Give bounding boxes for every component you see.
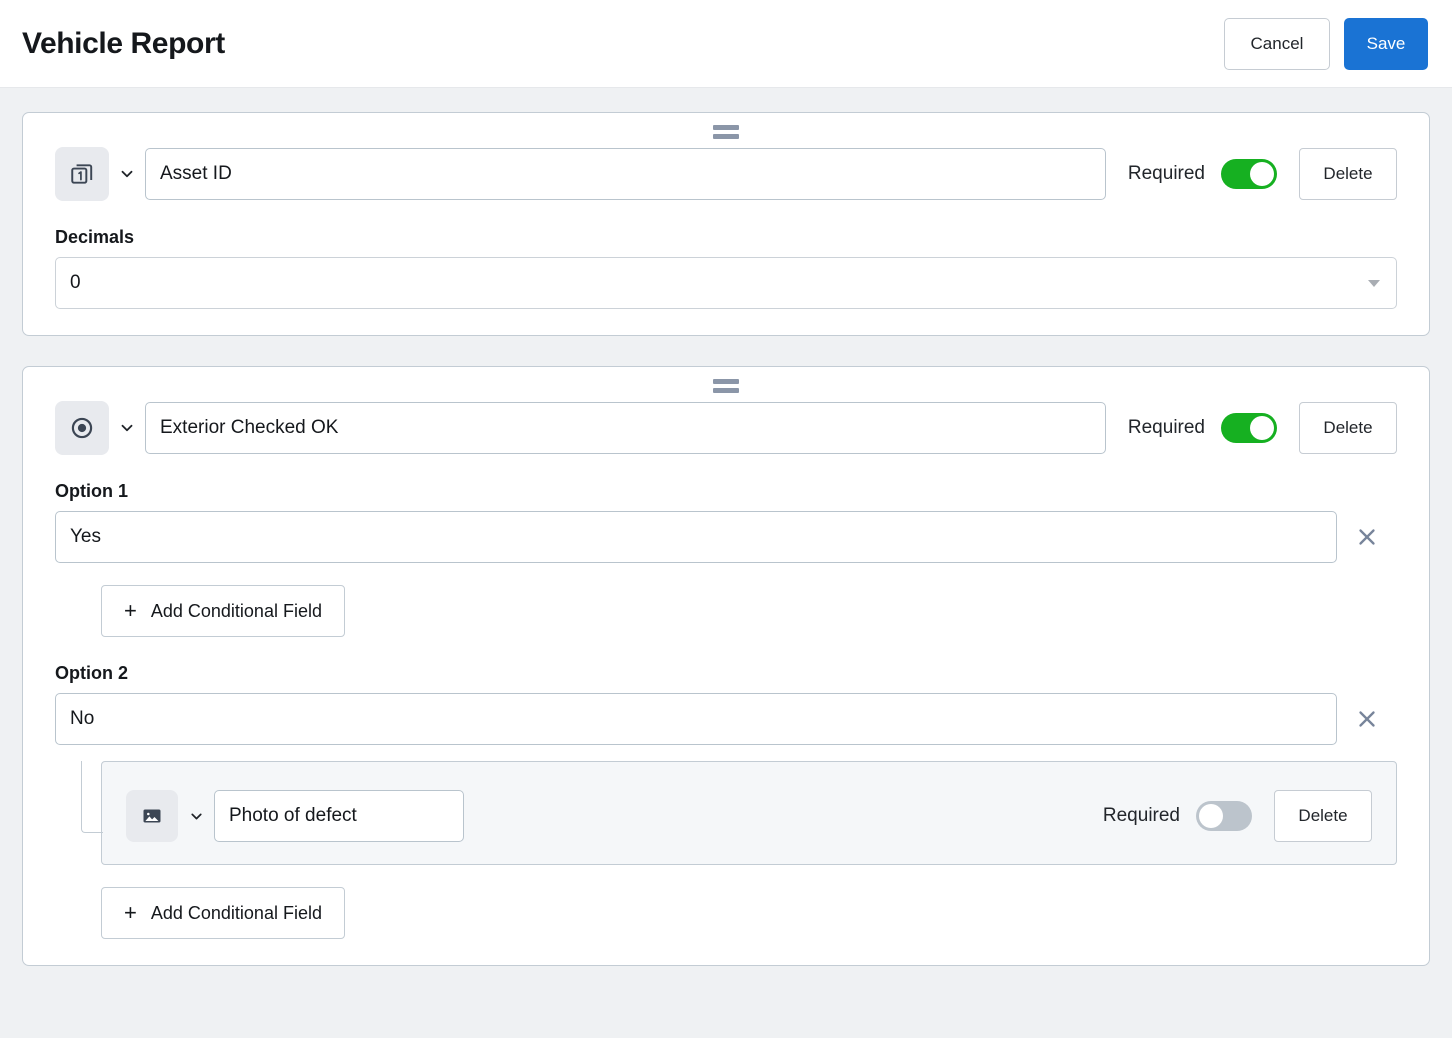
add-conditional-field-label: Add Conditional Field xyxy=(151,903,322,924)
conditional-field-card-photo-of-defect: Required Delete xyxy=(101,761,1397,865)
chevron-down-icon[interactable] xyxy=(109,419,145,437)
decimals-label: Decimals xyxy=(55,227,1397,248)
drag-handle-icon[interactable] xyxy=(55,367,1397,395)
field-card-exterior-checked-ok: Required Delete Option 1 + Add Condition… xyxy=(22,366,1430,966)
field-card-asset-id: Required Delete Decimals 0 xyxy=(22,112,1430,336)
field-header-row: Required Delete xyxy=(55,147,1397,201)
drag-handle-bars xyxy=(713,125,739,139)
select-arrow-icon xyxy=(1368,280,1380,287)
image-field-icon[interactable] xyxy=(126,790,178,842)
close-icon[interactable] xyxy=(1337,511,1397,563)
cancel-button[interactable]: Cancel xyxy=(1224,18,1330,70)
option-label: Option 2 xyxy=(55,663,1397,684)
required-control: Required xyxy=(1128,413,1277,443)
form-builder-body: Required Delete Decimals 0 xyxy=(0,88,1452,1038)
delete-field-button[interactable]: Delete xyxy=(1299,148,1397,200)
field-label-input[interactable] xyxy=(145,402,1106,454)
decimals-select[interactable]: 0 xyxy=(55,257,1397,309)
required-label: Required xyxy=(1128,417,1205,439)
number-field-icon[interactable] xyxy=(55,147,109,201)
option-row xyxy=(55,693,1397,745)
save-button[interactable]: Save xyxy=(1344,18,1428,70)
conditional-field-label-input[interactable] xyxy=(214,790,464,842)
chevron-down-icon[interactable] xyxy=(109,165,145,183)
required-label: Required xyxy=(1128,163,1205,185)
delete-conditional-field-button[interactable]: Delete xyxy=(1274,790,1372,842)
add-conditional-field-button[interactable]: + Add Conditional Field xyxy=(101,585,345,637)
required-control: Required xyxy=(1103,801,1252,831)
required-toggle[interactable] xyxy=(1221,413,1277,443)
plus-icon: + xyxy=(124,600,137,622)
plus-icon: + xyxy=(124,902,137,924)
conditional-connector-line xyxy=(81,761,103,833)
option-value-input[interactable] xyxy=(55,511,1337,563)
required-control: Required xyxy=(1128,159,1277,189)
radio-button-icon[interactable] xyxy=(55,401,109,455)
option-value-input[interactable] xyxy=(55,693,1337,745)
required-toggle[interactable] xyxy=(1196,801,1252,831)
required-label: Required xyxy=(1103,805,1180,827)
delete-field-button[interactable]: Delete xyxy=(1299,402,1397,454)
drag-handle-icon[interactable] xyxy=(55,113,1397,141)
drag-handle-bars xyxy=(713,379,739,393)
required-toggle[interactable] xyxy=(1221,159,1277,189)
header-actions: Cancel Save xyxy=(1224,18,1428,70)
field-header-row: Required Delete xyxy=(55,401,1397,455)
add-conditional-field-label: Add Conditional Field xyxy=(151,601,322,622)
close-icon[interactable] xyxy=(1337,693,1397,745)
chevron-down-icon[interactable] xyxy=(178,808,214,825)
conditional-fields-area: Required Delete xyxy=(55,761,1397,865)
option-label: Option 1 xyxy=(55,481,1397,502)
page-title: Vehicle Report xyxy=(22,27,1224,61)
page-header: Vehicle Report Cancel Save xyxy=(0,0,1452,88)
conditional-field-header-row: Required Delete xyxy=(126,790,1372,842)
decimals-value: 0 xyxy=(70,272,81,294)
field-label-input[interactable] xyxy=(145,148,1106,200)
add-conditional-field-button[interactable]: + Add Conditional Field xyxy=(101,887,345,939)
option-row xyxy=(55,511,1397,563)
